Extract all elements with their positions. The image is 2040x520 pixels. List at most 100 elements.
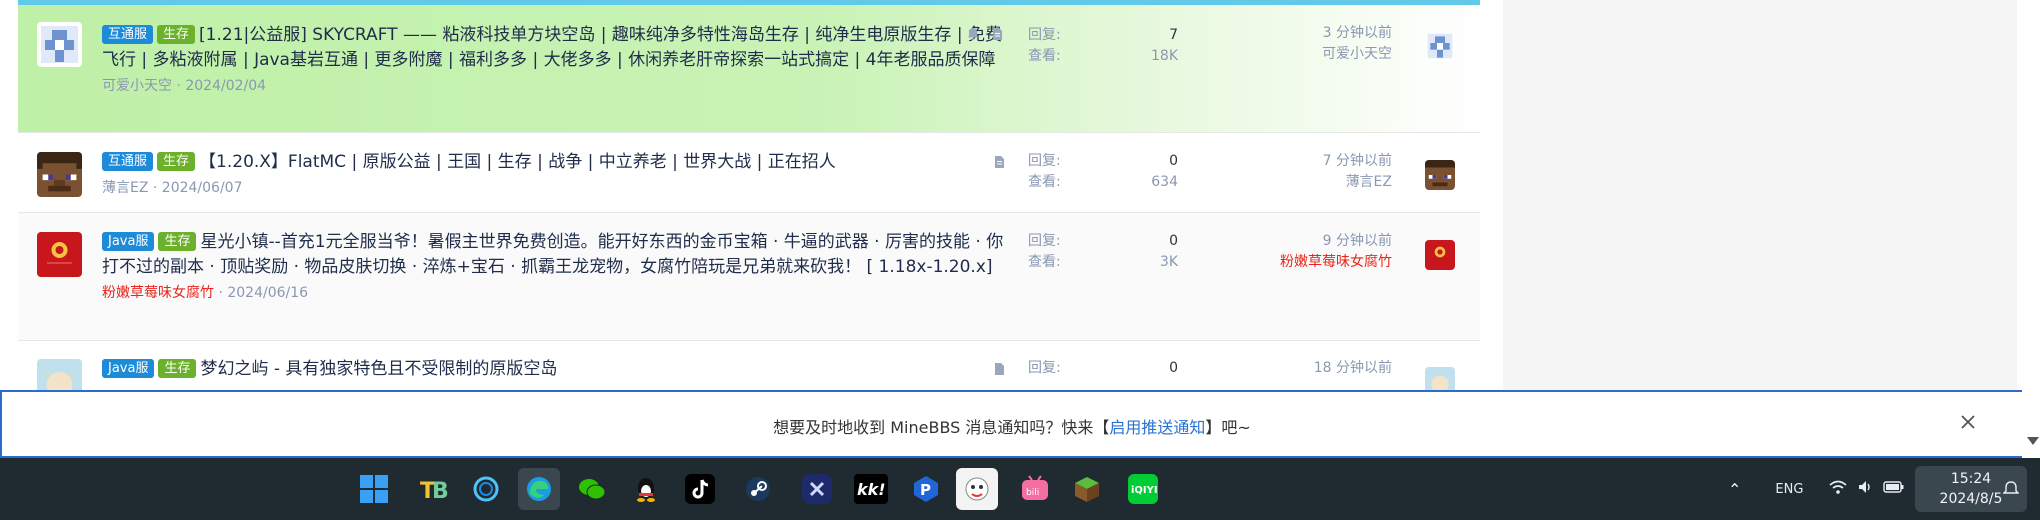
thread-list: 互通服 生存 [1.21|公益服] SKYCRAFT —— 粘液科技单方块空岛 | … (18, 5, 1480, 404)
tag-survival[interactable]: 生存 (157, 25, 196, 44)
close-x-app-icon[interactable] (796, 468, 838, 510)
bilibili-icon[interactable]: bili (1014, 468, 1056, 510)
last-post-time[interactable]: 9 分钟以前 (1192, 231, 1392, 252)
edge-browser-icon[interactable] (518, 468, 560, 510)
wifi-icon[interactable] (1829, 479, 1847, 499)
last-post-avatar[interactable] (1425, 160, 1455, 190)
avatar[interactable] (37, 152, 82, 197)
last-post-user[interactable]: 粉嫩草莓味女腐竹 (1192, 252, 1392, 273)
thread-row[interactable]: Java服 生存 星光小镇--首充1元全服当爷！暑假主世界免费创造。能开好东西的金币… (18, 213, 1480, 341)
last-post-time[interactable]: 3 分钟以前 (1192, 23, 1392, 44)
views-label: 查看: (1028, 48, 1061, 64)
push-notification-bar: 想要及时地收到 MineBBS 消息通知吗？快来【启用推送通知】吧~ (0, 390, 2022, 458)
skycraft-avatar-icon (1425, 31, 1455, 61)
kk-app-icon[interactable]: kk! (850, 468, 892, 510)
qq-icon[interactable] (625, 468, 667, 510)
minebbs-app-icon[interactable] (956, 468, 998, 510)
last-post-user[interactable]: 薄言EZ (1192, 172, 1392, 193)
tag-survival[interactable]: 生存 (158, 232, 197, 251)
vertical-scrollbar[interactable] (2022, 0, 2040, 458)
replies-label: 回复: (1028, 153, 1061, 169)
last-post-info: 7 分钟以前 薄言EZ (1192, 151, 1392, 193)
thread-date: 2024/06/16 (227, 285, 309, 301)
thread-stats: 回复: 0 (1028, 358, 1178, 379)
thread-author[interactable]: 粉嫩草莓味女腐竹 (102, 285, 214, 301)
bell-icon (967, 28, 979, 40)
cortana-ring-icon[interactable] (465, 468, 507, 510)
thread-stats: 回复: 7 查看: 18K (1028, 25, 1178, 67)
tiktok-icon[interactable] (679, 468, 721, 510)
thread-title[interactable]: Java服 生存 梦幻之屿 - 具有独家特色且不受限制的原版空岛 (102, 357, 1012, 382)
replies-label: 回复: (1028, 233, 1061, 249)
enable-push-link[interactable]: 启用推送通知 (1109, 418, 1205, 437)
skycraft-avatar-icon (37, 22, 82, 67)
document-icon (995, 363, 1004, 375)
last-post-time[interactable]: 7 分钟以前 (1192, 151, 1392, 172)
last-post-info: 9 分钟以前 粉嫩草莓味女腐竹 (1192, 231, 1392, 273)
thread-status-icons (966, 155, 1006, 169)
thread-meta: 薄言EZ · 2024/06/07 (102, 180, 243, 196)
thread-title[interactable]: Java服 生存 星光小镇--首充1元全服当爷！暑假主世界免费创造。能开好东西的金币… (102, 230, 1012, 280)
thread-row[interactable]: 互通服 生存 [1.21|公益服] SKYCRAFT —— 粘液科技单方块空岛 | … (18, 5, 1480, 133)
battery-icon[interactable] (1883, 480, 1905, 498)
thread-author[interactable]: 可爱小天空 (102, 78, 172, 94)
tb-app-icon[interactable]: TB (413, 468, 455, 510)
last-post-info: 3 分钟以前 可爱小天空 (1192, 23, 1392, 65)
replies-count: 0 (1169, 153, 1178, 169)
notification-before: 想要及时地收到 MineBBS 消息通知吗？快来【 (773, 418, 1110, 437)
replies-label: 回复: (1028, 360, 1061, 376)
svg-text:kk!: kk! (857, 480, 886, 499)
thread-author[interactable]: 薄言EZ (102, 180, 148, 196)
thread-row[interactable]: 互通服 生存 【1.20.X】FlatMC | 原版公益 | 王国 | 生存 | 战… (18, 133, 1480, 213)
tag-java[interactable]: Java服 (102, 232, 155, 251)
svg-text:P: P (920, 481, 931, 499)
notification-bell-icon[interactable] (2002, 480, 2020, 502)
svg-text:iQIYI: iQIYI (1131, 485, 1158, 496)
iqiyi-icon[interactable]: iQIYI (1122, 468, 1164, 510)
close-icon (1961, 415, 1975, 429)
tag-interop[interactable]: 互通服 (102, 152, 154, 171)
last-post-avatar[interactable] (1425, 240, 1455, 270)
tag-interop[interactable]: 互通服 (102, 25, 154, 44)
thread-title-text[interactable]: 【1.20.X】FlatMC | 原版公益 | 王国 | 生存 | 战争 | 中… (199, 152, 836, 172)
thread-title[interactable]: 互通服 生存 【1.20.X】FlatMC | 原版公益 | 王国 | 生存 | 战… (102, 150, 1012, 175)
avatar[interactable] (37, 232, 82, 277)
p-app-icon[interactable]: P (905, 468, 947, 510)
red-envelope-avatar-icon (37, 232, 82, 277)
close-notification-button[interactable] (1956, 410, 1980, 434)
wechat-icon[interactable] (571, 468, 613, 510)
system-tray: ⌃ ENG (1728, 458, 1905, 520)
steam-icon[interactable] (737, 468, 779, 510)
browser-viewport: 互通服 生存 [1.21|公益服] SKYCRAFT —— 粘液科技单方块空岛 | … (0, 0, 2040, 458)
minecraft-steve-avatar-icon (37, 152, 82, 197)
thread-title-text[interactable]: 星光小镇--首充1元全服当爷！暑假主世界免费创造。能开好东西的金币宝箱 · 牛逼… (102, 232, 1003, 277)
thread-title-text[interactable]: 梦幻之屿 - 具有独家特色且不受限制的原版空岛 (200, 359, 557, 379)
thread-date: 2024/02/04 (185, 78, 267, 94)
replies-count: 7 (1169, 27, 1178, 43)
windows-start-icon[interactable] (353, 468, 395, 510)
views-count: 634 (1151, 174, 1178, 190)
replies-label: 回复: (1028, 27, 1061, 43)
document-icon (993, 28, 1002, 40)
avatar[interactable] (37, 22, 82, 67)
minecraft-steve-avatar-icon (1425, 160, 1455, 190)
volume-icon[interactable] (1857, 479, 1873, 499)
thread-title-text[interactable]: [1.21|公益服] SKYCRAFT —— 粘液科技单方块空岛 | 趣味纯净多… (102, 25, 1002, 70)
language-indicator[interactable]: ENG (1775, 482, 1803, 497)
thread-stats: 回复: 0 查看: 634 (1028, 151, 1178, 193)
views-count: 3K (1159, 254, 1178, 270)
scroll-down-arrow-icon[interactable] (2027, 437, 2039, 445)
last-post-time[interactable]: 18 分钟以前 (1192, 358, 1392, 379)
notification-text: 想要及时地收到 MineBBS 消息通知吗？快来【启用推送通知】吧~ (2, 414, 2022, 438)
tag-survival[interactable]: 生存 (157, 152, 196, 171)
tag-java[interactable]: Java服 (102, 359, 155, 378)
minecraft-icon[interactable] (1066, 468, 1108, 510)
windows-taskbar: TB kk! P bili iQIYI ⌃ ENG 15:24 2024/8/5 (0, 458, 2040, 520)
last-post-user[interactable]: 可爱小天空 (1192, 44, 1392, 65)
last-post-avatar[interactable] (1425, 31, 1455, 61)
replies-count: 0 (1169, 360, 1178, 376)
svg-text:bili: bili (1026, 488, 1039, 498)
chevron-up-icon[interactable]: ⌃ (1728, 480, 1741, 499)
thread-title[interactable]: 互通服 生存 [1.21|公益服] SKYCRAFT —— 粘液科技单方块空岛 | … (102, 23, 1012, 73)
tag-survival[interactable]: 生存 (158, 359, 197, 378)
